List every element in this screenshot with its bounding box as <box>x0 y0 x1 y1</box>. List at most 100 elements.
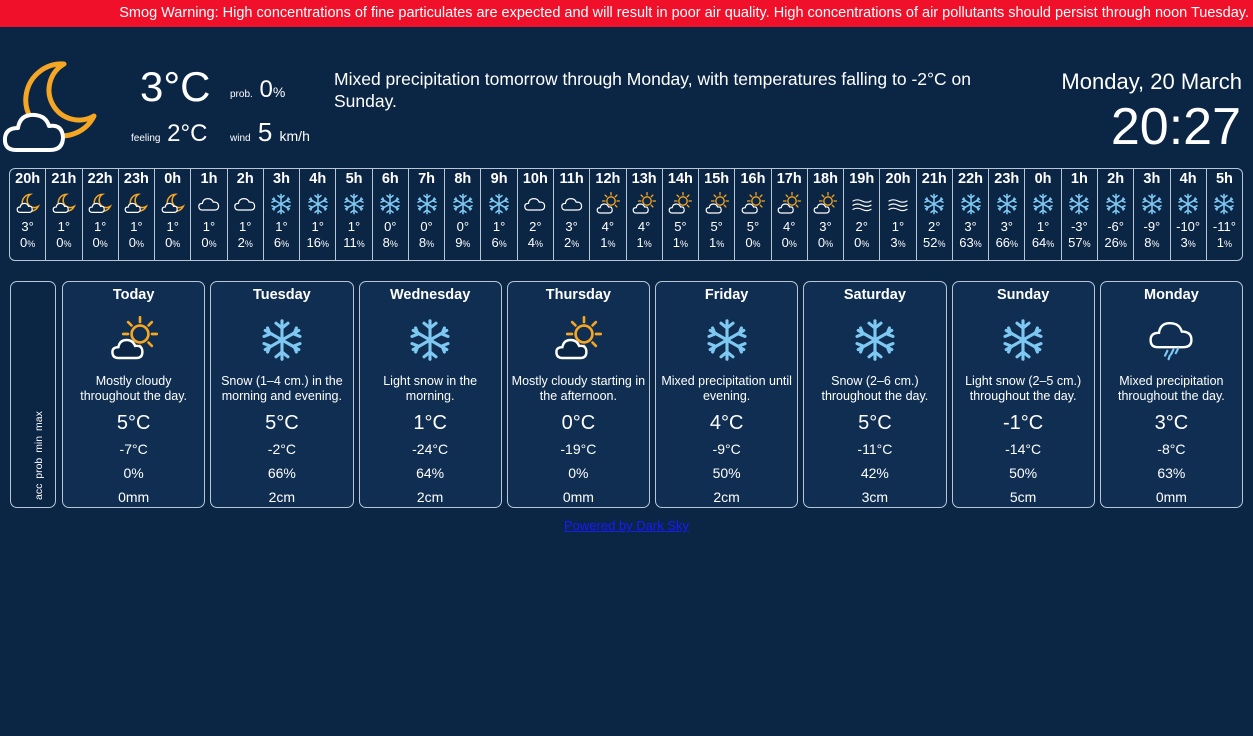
hourly-prob-unit: % <box>320 239 329 249</box>
hourly-prob-unit: % <box>426 239 435 249</box>
day-precip-prob: 0% <box>123 465 144 481</box>
hourly-hour: 22h <box>87 171 113 187</box>
day-card: Monday Mixed precipitation throughout th… <box>1099 281 1243 508</box>
hourly-temp: 1° <box>239 219 252 234</box>
hourly-temp: 1° <box>347 219 361 234</box>
sun-cloud-icon <box>739 189 767 219</box>
hourly-prob: 8% <box>419 235 434 252</box>
day-min-temp: -8°C <box>1157 441 1186 457</box>
snow-icon <box>1174 189 1202 219</box>
hourly-prob: 4% <box>528 235 543 252</box>
powered-by-link[interactable]: Powered by Dark Sky <box>564 518 689 533</box>
hourly-temp: 2° <box>529 219 542 234</box>
hourly-hour: 7h <box>418 171 436 187</box>
hourly-temp: 5° <box>710 219 723 234</box>
hourly-prob-value: 26 <box>1104 235 1119 250</box>
hourly-prob-value: 0 <box>92 235 100 250</box>
snow-icon <box>267 189 295 219</box>
hourly-cell: 8h 0° 9% <box>445 169 482 260</box>
hourly-hour: 5h <box>345 171 363 187</box>
day-summary: Mixed precipitation until evening. <box>661 374 792 403</box>
day-name: Thursday <box>545 287 611 303</box>
day-accumulation: 2cm <box>713 489 740 505</box>
hourly-prob-value: 63 <box>959 235 974 250</box>
hourly-prob: 3% <box>1181 235 1196 252</box>
day-name: Tuesday <box>252 287 311 303</box>
hourly-prob: 11% <box>343 235 365 252</box>
hourly-hour: 2h <box>1107 171 1125 187</box>
day-precip-prob: 66% <box>267 465 296 481</box>
day-card: Saturday Snow (2–6 cm.) throughout the d… <box>803 281 947 508</box>
hourly-prob-unit: % <box>281 239 290 249</box>
snow-icon <box>995 312 1051 368</box>
feeling-label: feeling <box>131 133 161 144</box>
hourly-temp: 5° <box>674 219 687 234</box>
hourly-hour: 12h <box>595 171 621 187</box>
hourly-prob-value: 0 <box>817 235 826 250</box>
hourly-cell: 1h -3° 57% <box>1062 169 1098 260</box>
hourly-prob-value: 6 <box>273 235 282 250</box>
hourly-temp: 1° <box>891 219 905 234</box>
hourly-prob-unit: % <box>973 239 982 249</box>
hourly-prob: 6% <box>274 235 289 252</box>
moon-cloud-icon <box>159 189 187 219</box>
current-wind: wind 5 km/h <box>230 117 310 148</box>
day-summary: Mostly cloudy throughout the day. <box>80 374 188 403</box>
hourly-prob-unit: % <box>1118 239 1127 249</box>
cloud-icon <box>558 189 586 219</box>
hourly-temp: -9° <box>1143 219 1161 234</box>
hourly-cell: 2h 1° 2% <box>228 169 264 260</box>
hourly-prob-value: 1 <box>1216 235 1224 250</box>
hourly-temp: 1° <box>57 219 71 234</box>
snow-icon <box>1138 189 1166 219</box>
hourly-prob-value: 0 <box>781 235 789 250</box>
hourly-cell: 13h 4° 1% <box>627 169 663 260</box>
hourly-prob: 57% <box>1068 235 1090 252</box>
day-max-temp: 5°C <box>858 412 892 434</box>
hourly-cell: 20h 3° 0% <box>10 169 47 260</box>
hourly-temp: 1° <box>166 219 179 234</box>
snow-icon <box>254 312 310 368</box>
hourly-temp: 4° <box>637 219 651 234</box>
hourly-prob-value: 2 <box>237 235 245 250</box>
hourly-prob: 26% <box>1104 235 1126 252</box>
smog-warning-banner: Smog Warning: High concentrations of fin… <box>0 0 1253 27</box>
day-accumulation: 2cm <box>268 489 296 505</box>
hourly-prob: 0% <box>782 235 797 252</box>
day-card: Sunday Light snow (2–5 cm.) throughout t… <box>951 281 1095 508</box>
hourly-hour: 13h <box>631 171 657 187</box>
hourly-prob-unit: % <box>643 239 652 249</box>
hourly-temp: 0° <box>384 219 397 234</box>
hourly-temp: 1° <box>311 219 324 234</box>
hourly-temp: 2° <box>928 219 941 234</box>
hourly-hour: 6h <box>381 171 399 187</box>
hourly-cell: 12h 4° 1% <box>590 169 627 260</box>
day-name: Friday <box>704 287 749 303</box>
hourly-hour: 20h <box>885 171 911 187</box>
hourly-temp: 3° <box>964 219 977 234</box>
hourly-prob-unit: % <box>937 239 946 249</box>
hourly-prob: 0% <box>129 235 144 252</box>
fog-icon <box>884 189 912 219</box>
hourly-prob: 0% <box>201 235 216 252</box>
snow-icon <box>957 189 985 219</box>
hourly-hour: 21h <box>51 171 77 187</box>
hourly-hour: 21h <box>921 171 947 187</box>
cloud-icon <box>521 189 549 219</box>
sun-cloud-icon <box>106 312 162 368</box>
day-min-temp: -19°C <box>560 441 597 457</box>
day-summary: Mostly cloudy starting in the afternoon. <box>511 374 646 403</box>
day-summary: Mixed precipitation throughout the day. <box>1117 374 1225 403</box>
hourly-temp: 1° <box>202 219 216 234</box>
hourly-cell: 7h 0° 8% <box>409 169 446 260</box>
hourly-prob: 1% <box>600 235 615 252</box>
hourly-prob-unit: % <box>136 239 145 249</box>
hourly-temp: 3° <box>565 219 578 234</box>
hourly-cell: 18h 3° 0% <box>808 169 845 260</box>
day-precip-prob: 42% <box>860 465 889 481</box>
hourly-hour: 23h <box>994 171 1020 187</box>
hourly-hour: 1h <box>200 171 218 187</box>
hourly-cell: 9h 1° 6% <box>481 169 518 260</box>
day-name: Monday <box>1143 287 1199 303</box>
current-precip-prob: prob. 0% <box>230 76 285 104</box>
